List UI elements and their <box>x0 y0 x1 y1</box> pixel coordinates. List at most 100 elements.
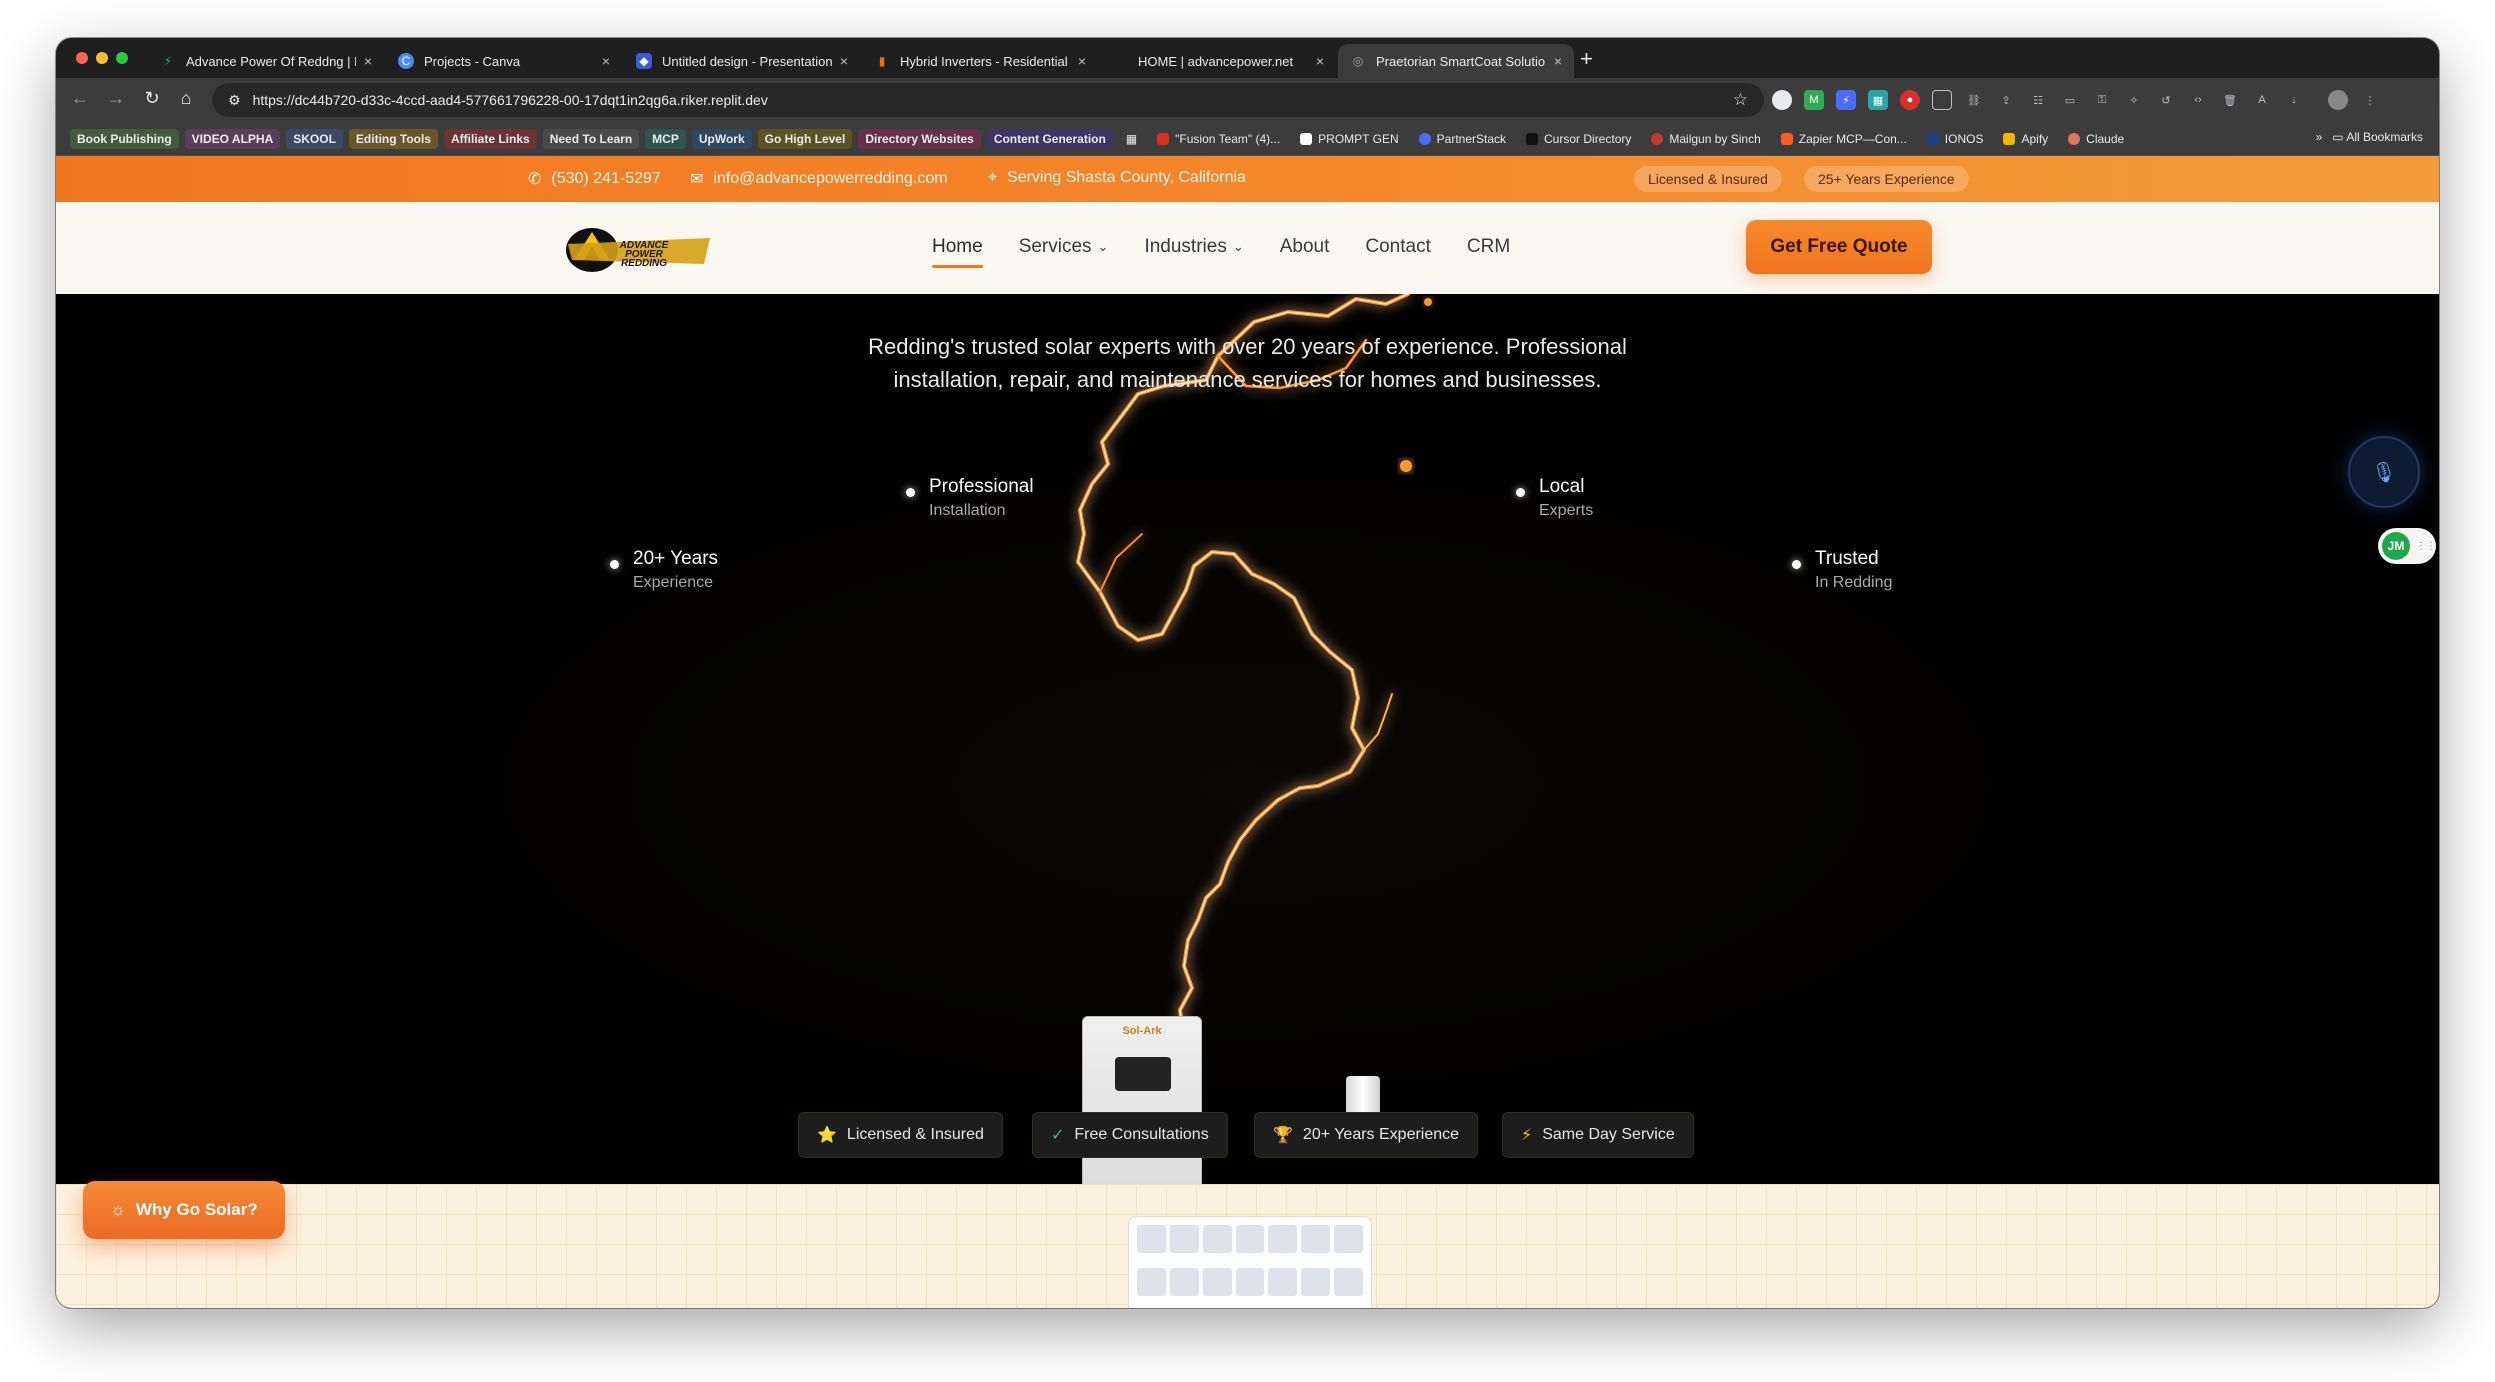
bookmark-item[interactable]: Directory Websites <box>858 128 981 149</box>
tab-home-advancepower[interactable]: HOME | advancepower.net × <box>1100 44 1336 78</box>
close-tab-icon[interactable]: × <box>1078 53 1086 69</box>
bookmark-star-icon[interactable]: ☆ <box>1733 90 1748 110</box>
get-free-quote-button[interactable]: Get Free Quote <box>1746 220 1932 274</box>
close-tab-icon[interactable]: × <box>364 53 372 69</box>
reading-mode-icon[interactable]: ▭ <box>2060 90 2080 110</box>
shield-icon: ◆ <box>636 53 652 69</box>
star-icon[interactable]: ✧ <box>2124 90 2144 110</box>
jm-extension-icon: JM <box>2382 532 2410 560</box>
bookmark-item[interactable]: MCP <box>645 128 686 149</box>
bookmark-item[interactable]: Apify <box>1996 129 2055 149</box>
panel-cell <box>1268 1268 1298 1296</box>
extension-icon[interactable] <box>1772 90 1792 110</box>
company-logo[interactable]: ADVANCE POWER REDDING <box>564 224 712 274</box>
canva-icon: C <box>398 53 414 69</box>
download-icon[interactable]: ↓ <box>2284 90 2304 110</box>
new-tab-button[interactable]: + <box>1580 46 1593 72</box>
bookmark-item[interactable]: Editing Tools <box>348 128 439 149</box>
nav-about[interactable]: About <box>1280 236 1330 258</box>
history-icon[interactable]: ↺ <box>2156 90 2176 110</box>
tab-canva[interactable]: C Projects - Canva × <box>386 44 622 78</box>
bookmark-item[interactable]: PartnerStack <box>1412 129 1513 149</box>
home-icon[interactable]: ⌂ <box>174 88 198 109</box>
badge-experience: 🏆 20+ Years Experience <box>1254 1112 1479 1158</box>
voice-assistant-mic-button[interactable]: 🎙 <box>2348 436 2420 508</box>
bookmark-item[interactable]: UpWork <box>691 128 752 149</box>
extension-icon[interactable]: ▦ <box>1868 90 1888 110</box>
bookmark-item[interactable]: Content Generation <box>986 128 1113 149</box>
phone-icon: ✆ <box>528 171 542 188</box>
nav-services[interactable]: Services ⌄ <box>1019 236 1109 258</box>
close-window-button[interactable] <box>76 52 88 64</box>
link-icon[interactable]: ⛓ <box>1964 90 1984 110</box>
tab-hybrid-inverters[interactable]: ▮ Hybrid Inverters - Residential × <box>862 44 1098 78</box>
extension-toggle[interactable]: JM ⋮⋮ <box>2378 528 2436 564</box>
email-link[interactable]: ✉ info@advancepowerredding.com <box>690 169 948 189</box>
bookmark-item[interactable]: "Fusion Team" (4)... <box>1150 129 1287 149</box>
nav-home[interactable]: Home <box>932 236 983 268</box>
close-tab-icon[interactable]: × <box>840 53 848 69</box>
forward-icon[interactable]: → <box>104 88 128 109</box>
experience-pill: 25+ Years Experience <box>1804 166 1969 192</box>
nav-industries[interactable]: Industries ⌄ <box>1144 236 1243 258</box>
bullet-dot <box>1516 488 1525 497</box>
bookmark-item[interactable]: Claude <box>2061 129 2131 149</box>
why-go-solar-button[interactable]: ☼ Why Go Solar? <box>83 1181 285 1239</box>
bookmark-item[interactable]: Cursor Directory <box>1519 129 1638 149</box>
bookmark-item[interactable]: Affiliate Links <box>444 128 537 149</box>
share-icon[interactable]: ⇪ <box>1996 90 2016 110</box>
minimize-window-button[interactable] <box>96 52 108 64</box>
bookmark-item[interactable]: Book Publishing <box>70 128 179 149</box>
maximize-window-button[interactable] <box>116 52 128 64</box>
feature-professional-installation: Professional Installation <box>906 476 1034 520</box>
bookmark-item[interactable]: VIDEO ALPHA <box>184 128 281 149</box>
key-icon[interactable]: ⚿ <box>2092 90 2112 110</box>
extension-icon[interactable]: ● <box>1900 90 1920 110</box>
all-bookmarks-button[interactable]: » ▭ All Bookmarks <box>2316 130 2423 144</box>
badge-licensed: ⭐ Licensed & Insured <box>798 1112 1003 1158</box>
back-icon[interactable]: ← <box>68 88 92 109</box>
translate-icon[interactable]: A <box>2252 90 2272 110</box>
panel-cell <box>1137 1268 1166 1296</box>
tab-strip: ⚡ Advance Power Of Reddng | F × C Projec… <box>56 38 2439 78</box>
trash-icon[interactable]: 🗑 <box>2220 90 2240 110</box>
phone-link[interactable]: ✆ (530) 241-5297 <box>528 169 661 189</box>
puzzle-icon[interactable] <box>1932 90 1952 110</box>
close-tab-icon[interactable]: × <box>1554 53 1562 69</box>
trophy-icon: 🏆 <box>1273 1127 1293 1144</box>
hero-section: Redding's trusted solar experts with ove… <box>56 294 2439 1222</box>
tab-praetorian[interactable]: ◎ Praetorian SmartCoat Solutio × <box>1338 44 1574 78</box>
code-icon[interactable]: ‹› <box>2188 90 2208 110</box>
bookmark-item[interactable]: IONOS <box>1920 129 1991 149</box>
nav-crm[interactable]: CRM <box>1467 236 1510 258</box>
extension-icon[interactable]: M <box>1804 90 1824 110</box>
extension-icon[interactable]: ☷ <box>2028 90 2048 110</box>
check-icon: ✓ <box>1051 1127 1065 1144</box>
contact-topbar: ✆ (530) 241-5297 ✉ info@advancepowerredd… <box>56 156 2439 202</box>
address-bar[interactable]: ⚙ https://dc44b720-d33c-4ccd-aad4-577661… <box>212 83 1764 117</box>
svg-text:REDDING: REDDING <box>621 258 667 269</box>
gmail-icon <box>1157 132 1170 145</box>
location-text: ⌖ Serving Shasta County, California <box>988 169 1246 186</box>
nav-contact[interactable]: Contact <box>1365 236 1430 258</box>
bookmark-item[interactable]: Go High Level <box>757 128 853 149</box>
bookmark-item[interactable]: Need To Learn <box>542 128 640 149</box>
prompt-gen-icon <box>1300 132 1313 145</box>
close-tab-icon[interactable]: × <box>1316 53 1324 69</box>
bookmark-item[interactable]: SKOOL <box>286 128 343 149</box>
bolt-icon: ⚡ <box>163 54 173 68</box>
bookmark-item[interactable]: PROMPT GEN <box>1293 129 1405 149</box>
reload-icon[interactable]: ↻ <box>140 88 164 109</box>
profile-avatar[interactable] <box>2328 90 2348 110</box>
bookmark-item[interactable]: Mailgun by Sinch <box>1644 129 1767 149</box>
site-info-icon[interactable]: ⚙ <box>228 92 241 109</box>
apps-grid-icon[interactable]: ▦ <box>1119 129 1144 149</box>
badge-same-day: ⚡ Same Day Service <box>1502 1112 1694 1158</box>
drag-handle-icon[interactable]: ⋮⋮ <box>2416 541 2436 552</box>
tab-untitled-design[interactable]: ◆ Untitled design - Presentation × <box>624 44 860 78</box>
menu-kebab-icon[interactable]: ⋮ <box>2360 90 2380 110</box>
bookmark-item[interactable]: Zapier MCP—Con... <box>1774 129 1914 149</box>
extension-icon[interactable]: ⚡ <box>1836 90 1856 110</box>
tab-advance-power[interactable]: ⚡ Advance Power Of Reddng | F × <box>148 44 384 78</box>
close-tab-icon[interactable]: × <box>602 53 610 69</box>
